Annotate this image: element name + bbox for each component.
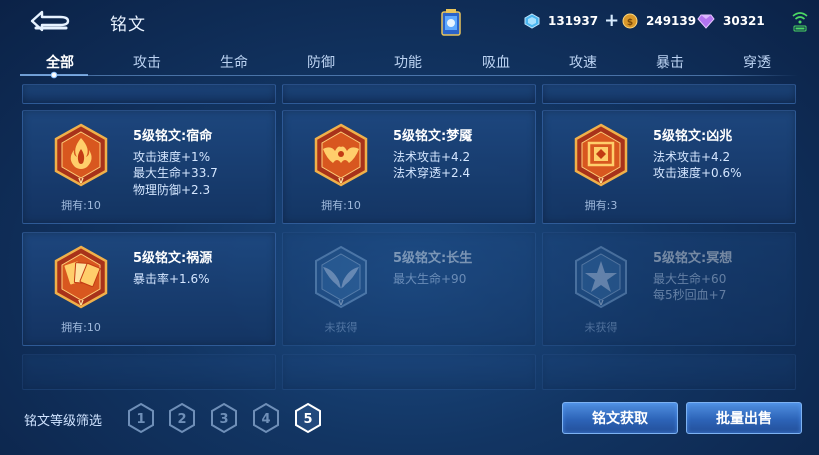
level-filter-3-label: 3 xyxy=(219,412,228,427)
gem-counter: 30321 xyxy=(697,12,765,30)
level-filter-label: 铭文等级筛选 xyxy=(24,414,103,429)
svg-text:V: V xyxy=(598,177,604,185)
inscription-attr: 攻击速度+0.6% xyxy=(653,166,742,180)
inscription-flame-icon: V xyxy=(54,123,108,187)
diamond-counter: 131937 + xyxy=(524,12,619,30)
inscription-card[interactable]: V 拥有:10 5级铭文:宿命 攻击速度+1% 最大生命+33.7 物理防御+2… xyxy=(22,110,276,224)
inscription-star-icon: V xyxy=(575,245,627,309)
inscription-attr: 暴击率+1.6% xyxy=(133,272,210,286)
level-filter-4[interactable]: 4 xyxy=(251,402,281,434)
inscription-name: 5级铭文:凶兆 xyxy=(653,129,733,144)
blue-diamond-icon xyxy=(524,13,540,29)
active-tab-indicator xyxy=(20,71,88,79)
inscription-name: 5级铭文:梦魇 xyxy=(393,129,473,144)
add-diamond-button[interactable]: + xyxy=(604,12,619,30)
svg-text:V: V xyxy=(338,299,344,307)
inscription-cards-icon: V xyxy=(54,245,108,309)
inscription-attr: 最大生命+33.7 xyxy=(133,166,218,180)
svg-text:$: $ xyxy=(627,18,633,28)
level-filter-1[interactable]: 1 xyxy=(126,402,156,434)
inscription-card-locked[interactable]: V 未获得 5级铭文:长生 最大生命+90 xyxy=(282,232,536,346)
owned-count: 拥有:10 xyxy=(61,199,101,212)
inscription-card-partial-top xyxy=(22,84,276,104)
inscription-card[interactable]: V 拥有:10 5级铭文:梦魇 法术攻击+4.2 法术穿透+2.4 xyxy=(282,110,536,224)
gem-value: 30321 xyxy=(723,14,765,28)
gold-value: 249139 xyxy=(646,14,697,28)
inscription-card-partial-top xyxy=(542,84,796,104)
tabs-divider xyxy=(18,75,798,76)
level-filter-3[interactable]: 3 xyxy=(209,402,239,434)
tab-lifesteal[interactable]: 吸血 xyxy=(482,52,510,72)
inscription-attr: 攻击速度+1% xyxy=(133,150,211,164)
owned-status: 未获得 xyxy=(584,321,618,334)
wifi-signal-icon xyxy=(792,12,808,32)
tab-defense[interactable]: 防御 xyxy=(307,52,335,72)
category-tabs: 全部 攻击 生命 防御 功能 吸血 攻速 暴击 穿透 xyxy=(18,46,798,78)
svg-text:V: V xyxy=(78,177,84,185)
svg-text:V: V xyxy=(78,299,84,307)
obtain-inscription-button[interactable]: 铭文获取 xyxy=(562,402,678,434)
inscription-card-partial-bottom xyxy=(22,354,276,390)
gold-counter: $ 249139 xyxy=(622,12,696,30)
inscription-card[interactable]: V 拥有:3 5级铭文:凶兆 法术攻击+4.2 攻击速度+0.6% xyxy=(542,110,796,224)
inscription-attr: 物理防御+2.3 xyxy=(133,183,211,197)
inscription-card[interactable]: V 拥有:10 5级铭文:祸源 暴击率+1.6% xyxy=(22,232,276,346)
inscription-bat-icon: V xyxy=(314,123,368,187)
back-arrow-icon[interactable] xyxy=(26,8,72,34)
owned-count: 拥有:10 xyxy=(321,199,361,212)
top-bar: 铭文 131937 + $ 249139 30321 xyxy=(0,0,819,44)
level-filter-2-label: 2 xyxy=(177,412,186,427)
tab-penetration[interactable]: 穿透 xyxy=(743,52,771,72)
inscription-gate-icon: V xyxy=(574,123,628,187)
inscription-name: 5级铭文:冥想 xyxy=(653,251,733,266)
page-title: 铭文 xyxy=(110,15,146,35)
bulk-sell-button[interactable]: 批量出售 xyxy=(686,402,802,434)
inscription-card-partial-bottom xyxy=(542,354,796,390)
inscription-attr: 法术穿透+2.4 xyxy=(393,166,471,180)
inscription-name: 5级铭文:祸源 xyxy=(133,251,213,266)
tab-critical[interactable]: 暴击 xyxy=(656,52,684,72)
inscription-attr: 最大生命+60 xyxy=(653,272,727,286)
inscription-card-partial-top xyxy=(282,84,536,104)
gold-coin-icon: $ xyxy=(622,13,638,29)
owned-count: 拥有:3 xyxy=(584,199,618,212)
tab-all[interactable]: 全部 xyxy=(46,52,74,72)
svg-text:V: V xyxy=(598,299,604,307)
inscription-card-partial-bottom xyxy=(282,354,536,390)
tab-attack-speed[interactable]: 攻速 xyxy=(569,52,597,72)
purple-gem-icon xyxy=(697,14,715,29)
tab-utility[interactable]: 功能 xyxy=(394,52,422,72)
inscription-wings-icon: V xyxy=(315,245,367,309)
inscription-attr: 最大生命+90 xyxy=(393,272,467,286)
inscription-name: 5级铭文:宿命 xyxy=(133,129,213,144)
level-filter-1-label: 1 xyxy=(136,412,145,427)
svg-text:V: V xyxy=(338,177,344,185)
tab-health[interactable]: 生命 xyxy=(220,52,248,72)
level-filter-5-label: 5 xyxy=(303,412,312,427)
level-filter-2[interactable]: 2 xyxy=(167,402,197,434)
tab-attack[interactable]: 攻击 xyxy=(133,52,161,72)
inscription-attr: 法术攻击+4.2 xyxy=(653,150,731,164)
inscription-attr: 每5秒回血+7 xyxy=(653,288,727,302)
diamond-value: 131937 xyxy=(548,14,599,28)
inscription-bag-icon[interactable] xyxy=(440,8,462,38)
level-filter-5-selected[interactable]: 5 xyxy=(293,402,323,434)
owned-count: 拥有:10 xyxy=(61,321,101,334)
level-filter-4-label: 4 xyxy=(261,412,270,427)
owned-status: 未获得 xyxy=(324,321,358,334)
inscription-attr: 法术攻击+4.2 xyxy=(393,150,471,164)
inscription-name: 5级铭文:长生 xyxy=(393,251,473,266)
inscription-card-locked[interactable]: V 未获得 5级铭文:冥想 最大生命+60 每5秒回血+7 xyxy=(542,232,796,346)
